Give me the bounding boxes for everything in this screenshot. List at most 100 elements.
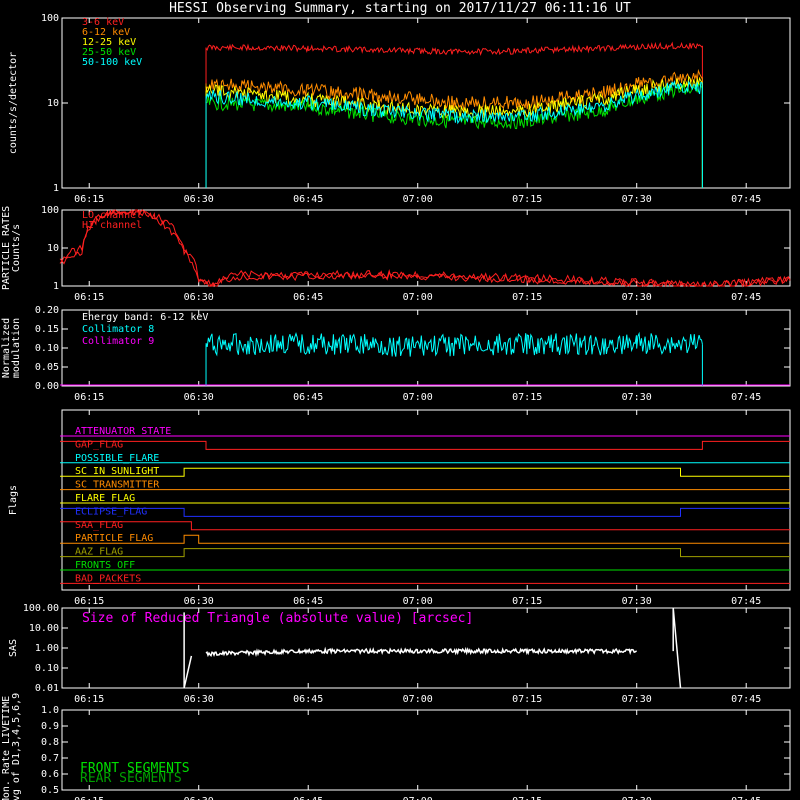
flag-label: POSSIBLE_FLARE: [75, 453, 159, 464]
y-tick-label: 100.00: [23, 603, 59, 614]
x-tick-label: 06:45: [293, 292, 323, 303]
y-tick-label: 0.10: [35, 343, 59, 354]
x-tick-label: 06:30: [184, 596, 214, 607]
x-tick-label: 07:30: [622, 392, 652, 403]
y-tick-label: 0.05: [35, 362, 59, 373]
series-3-6-kev: [205, 41, 703, 56]
panel-sas: 06:15 06:30 06:45 07:00 07:15 07:30 07:45 0.01 0…: [8, 603, 791, 705]
x-tick-label: 06:15: [74, 292, 104, 303]
panel-particle-rates: 06:15 06:30 06:45 07:00 07:15 07:30 07:45 1 10 10…: [1, 205, 791, 303]
x-tick-label: 06:45: [293, 694, 323, 705]
y-axis-label: modulation: [11, 318, 22, 378]
y-axis-label: avg of D1,3,4,5,6,9: [11, 693, 22, 800]
panel-modulation: 06:15 06:30 06:45 07:00 07:15 07:30 07:45 0.00 0…: [1, 305, 791, 403]
flag-gap-flag: [60, 440, 790, 450]
x-tick-label: 07:15: [512, 194, 542, 205]
flag-label: SC_TRANSMITTER: [75, 480, 160, 491]
x-tick-label: 07:00: [403, 596, 433, 607]
flag-label: BAD_PACKETS: [75, 573, 141, 584]
y-tick-label: 0.9: [41, 721, 59, 732]
x-tick-label: 06:30: [184, 194, 214, 205]
series-hi-channel: [59, 209, 791, 287]
panel-flags: 06:15 06:30 06:45 07:00 07:15 07:30 07:45 Flags…: [8, 409, 791, 607]
panel-count-rates: 06:15 06:30 06:45 07:00 07:15 07:30 07:45 1 10 10…: [8, 13, 791, 205]
panel-frame: [61, 209, 791, 287]
y-axis-label: counts/s/detector: [8, 52, 19, 154]
x-tick-label: 07:30: [622, 596, 652, 607]
x-tick-label: 06:15: [74, 796, 104, 800]
flag-label: SC_IN_SUNLIGHT: [75, 466, 159, 477]
y-tick-label: 10.00: [29, 623, 59, 634]
y-tick-label: 10: [47, 98, 59, 109]
summary-chart: HESSI Observing Summary, starting on 201…: [1, 1, 791, 800]
x-tick-label: 06:30: [184, 392, 214, 403]
x-tick-label: 07:15: [512, 392, 542, 403]
chart-title: HESSI Observing Summary, starting on 201…: [169, 1, 631, 16]
x-tick-label: 07:45: [731, 194, 761, 205]
x-tick-label: 06:45: [293, 194, 323, 205]
x-tick-label: 06:15: [74, 194, 104, 205]
flag-aaz-flag: [60, 548, 790, 558]
y-axis-label: Counts/s: [11, 224, 22, 272]
x-tick-label: 07:45: [731, 596, 761, 607]
x-tick-label: 07:45: [731, 796, 761, 800]
x-tick-label: 07:15: [512, 796, 542, 800]
x-tick-label: 07:45: [731, 292, 761, 303]
sas-annotation: Size of Reduced Triangle (absolute value…: [82, 611, 473, 626]
legend-entry: Collimator 9: [82, 336, 154, 347]
y-tick-label: 1.0: [41, 705, 59, 716]
x-tick-label: 06:30: [184, 694, 214, 705]
y-tick-label: 0.5: [41, 785, 59, 796]
legend-entry: HI channel: [82, 220, 142, 231]
x-tick-label: 07:15: [512, 694, 542, 705]
x-tick-label: 07:30: [622, 694, 652, 705]
energy-band-annotation: Energy band: 6-12 keV: [82, 312, 208, 323]
x-tick-label: 07:30: [622, 292, 652, 303]
y-tick-label: 100: [41, 13, 59, 24]
x-tick-label: 07:00: [403, 392, 433, 403]
x-tick-label: 07:15: [512, 596, 542, 607]
flag-label: FRONTS_OFF: [75, 560, 135, 571]
series-collimator-8: [205, 331, 703, 357]
flag-label: AAZ_FLAG: [75, 547, 123, 558]
y-tick-label: 100: [41, 205, 59, 216]
x-tick-label: 06:15: [74, 596, 104, 607]
panel-livetime: 06:15 06:30 06:45 07:00 07:15 07:30 07:45 0.5 0.…: [1, 693, 791, 800]
series-lo-channel: [59, 209, 791, 288]
y-tick-label: 0.00: [35, 381, 59, 392]
flag-label: PARTICLE_FLAG: [75, 533, 153, 544]
flag-particle-flag: [60, 534, 790, 544]
y-tick-label: 1: [53, 281, 59, 292]
y-tick-label: 0.7: [41, 753, 59, 764]
x-tick-label: 06:30: [184, 796, 214, 800]
x-tick-label: 07:15: [512, 292, 542, 303]
x-tick-label: 06:30: [184, 292, 214, 303]
flag-eclipse-flag: [60, 507, 790, 517]
x-tick-label: 06:15: [74, 694, 104, 705]
x-tick-label: 07:45: [731, 694, 761, 705]
flag-label: FLARE_FLAG: [75, 493, 135, 504]
flag-sc-in-sunlight: [60, 467, 790, 477]
panel-frame: [61, 409, 791, 591]
x-tick-label: 07:00: [403, 796, 433, 800]
y-tick-label: 0.10: [35, 663, 59, 674]
y-tick-label: 0.20: [35, 305, 59, 316]
legend-entry: Collimator 8: [82, 324, 154, 335]
x-tick-label: 06:45: [293, 596, 323, 607]
x-tick-label: 07:30: [622, 796, 652, 800]
y-tick-label: 10: [47, 243, 59, 254]
y-tick-label: 0.01: [35, 683, 59, 694]
legend-entry: 50-100 keV: [82, 57, 142, 68]
y-axis-label: SAS: [8, 639, 19, 657]
y-tick-label: 0.15: [35, 324, 59, 335]
y-tick-label: 1.00: [35, 643, 59, 654]
y-tick-label: 0.6: [41, 769, 59, 780]
sas-end: [672, 607, 682, 689]
sas-series: [205, 646, 637, 658]
y-tick-label: 0.8: [41, 737, 59, 748]
x-tick-label: 07:45: [731, 392, 761, 403]
legend-entry: REAR SEGMENTS: [80, 771, 182, 786]
x-tick-label: 06:15: [74, 392, 104, 403]
x-tick-label: 06:45: [293, 796, 323, 800]
hessi-observing-summary: HESSI Observing Summary, starting on 201…: [0, 0, 800, 800]
